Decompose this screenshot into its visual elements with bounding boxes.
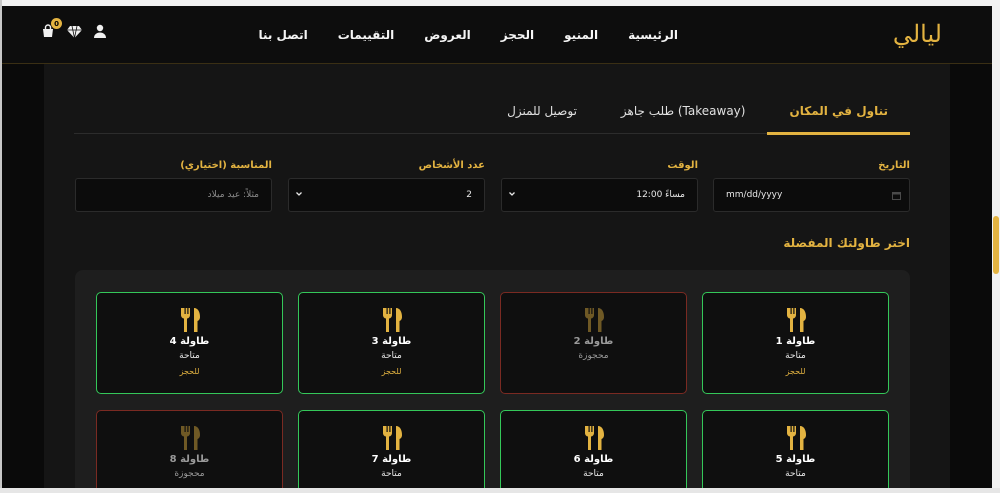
occasion-input[interactable]: مثلاً: عيد ميلاد [75,178,272,212]
utensils-icon [299,426,484,450]
utensils-icon [501,308,686,332]
occasion-placeholder: مثلاً: عيد ميلاد [207,190,259,200]
occasion-label: المناسبة (اختياري) [180,160,272,171]
date-input[interactable]: mm/dd/yyyy [713,178,910,212]
tables-grid: طاولة 1 متاحة للحجز طاولة 2 محجوزة طاولة… [75,270,910,493]
loyalty-button[interactable] [66,24,82,40]
table-book-link[interactable]: للحجز [299,367,484,376]
browser-bottom-edge [0,488,1000,493]
time-select[interactable]: 12:00 مساءً [501,178,698,212]
utensils-icon [299,308,484,332]
utensils-icon [703,308,888,332]
scrollbar-thumb[interactable] [993,216,999,274]
booking-tabs: تناول في المكان طلب جاهز (Takeaway) توصي… [74,88,910,135]
time-value: 12:00 مساءً [636,190,685,200]
table-book-link[interactable]: للحجز [97,367,282,376]
table-book-link[interactable]: للحجز [703,367,888,376]
page-scrollbar[interactable] [992,6,1000,493]
tables-section-title: اختر طاولتك المفضلة [783,236,910,250]
nav-contact[interactable]: اتصل بنا [258,28,307,42]
table-card-5[interactable]: طاولة 5 متاحة [702,410,889,493]
account-button[interactable] [92,24,108,40]
time-field-group: الوقت 12:00 مساءً [501,160,698,212]
browser-left-edge [0,0,2,493]
chevron-down-icon [508,190,516,201]
table-status: متاحة [381,351,402,361]
booking-form: التاريخ mm/dd/yyyy الوقت 12:00 مساءً عدد… [75,160,910,214]
utensils-icon [501,426,686,450]
table-status: متاحة [785,469,806,479]
table-card-4[interactable]: طاولة 4 متاحة للحجز [96,292,283,394]
logo[interactable]: ليالي [893,20,942,48]
guests-field-group: عدد الأشخاص 2 [288,160,485,212]
navbar: ليالي الرئيسية المنيو الحجز العروض التقي… [2,6,992,64]
nav-offers[interactable]: العروض [424,28,470,42]
tab-dine-in[interactable]: تناول في المكان [767,88,910,135]
diamond-icon [66,23,82,42]
table-card-2: طاولة 2 محجوزة [500,292,687,394]
table-name: طاولة 3 [371,336,412,347]
user-icon [93,23,107,42]
nav-reviews[interactable]: التقييمات [338,28,395,42]
nav-booking[interactable]: الحجز [501,28,534,42]
calendar-icon[interactable] [892,191,901,203]
booking-panel: تناول في المكان طلب جاهز (Takeaway) توصي… [44,64,950,493]
nav-icons: 0 [40,18,108,40]
table-card-1[interactable]: طاولة 1 متاحة للحجز [702,292,889,394]
table-status: محجوزة [174,469,205,479]
table-name: طاولة 4 [169,336,210,347]
table-name: طاولة 1 [775,336,816,347]
table-status: متاحة [583,469,604,479]
table-name: طاولة 7 [371,454,412,465]
table-card-7[interactable]: طاولة 7 متاحة [298,410,485,493]
table-status: متاحة [381,469,402,479]
utensils-icon [97,308,282,332]
table-name: طاولة 6 [573,454,614,465]
guests-value: 2 [466,190,472,200]
guests-select[interactable]: 2 [288,178,485,212]
nav-home[interactable]: الرئيسية [628,28,678,42]
cart-count-badge: 0 [51,18,62,29]
tab-takeaway[interactable]: طلب جاهز (Takeaway) [599,88,768,134]
date-label: التاريخ [878,160,910,171]
nav-menu-link[interactable]: المنيو [564,28,598,42]
utensils-icon [97,426,282,450]
time-label: الوقت [667,160,698,171]
table-name: طاولة 2 [573,336,614,347]
table-status: محجوزة [578,351,609,361]
nav-menu: الرئيسية المنيو الحجز العروض التقييمات ا… [258,6,678,64]
date-field-group: التاريخ mm/dd/yyyy [713,160,910,212]
guests-label: عدد الأشخاص [418,160,485,171]
tab-delivery[interactable]: توصيل للمنزل [485,88,599,134]
table-card-3[interactable]: طاولة 3 متاحة للحجز [298,292,485,394]
table-status: متاحة [785,351,806,361]
table-status: متاحة [179,351,200,361]
table-card-8: طاولة 8 محجوزة [96,410,283,493]
table-name: طاولة 8 [169,454,210,465]
table-name: طاولة 5 [775,454,816,465]
table-card-6[interactable]: طاولة 6 متاحة [500,410,687,493]
cart-button[interactable]: 0 [40,18,62,40]
utensils-icon [703,426,888,450]
date-value: mm/dd/yyyy [726,190,783,200]
occasion-field-group: المناسبة (اختياري) مثلاً: عيد ميلاد [75,160,272,212]
chevron-down-icon [295,190,303,201]
